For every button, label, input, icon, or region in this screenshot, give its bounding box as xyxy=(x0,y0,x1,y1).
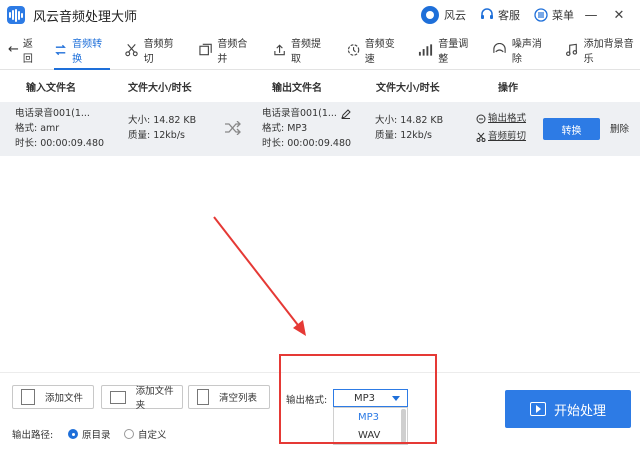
clear-list-label: 清空列表 xyxy=(219,393,258,404)
table-header: 输入文件名 文件大小/时长 输出文件名 文件大小/时长 操作 xyxy=(0,71,640,101)
clear-list-button[interactable]: 清空列表 xyxy=(188,385,270,409)
audio-cut-link[interactable]: 音频剪切 xyxy=(476,129,526,144)
add-folder-button[interactable]: 添加文件夹 xyxy=(101,385,183,411)
volume-bars-icon xyxy=(419,43,433,56)
input-file-meta: 大小: 14.82 KB 质量: 12kb/s xyxy=(128,113,196,143)
add-file-label: 添加文件 xyxy=(45,393,84,404)
input-file-info: 电话录音001(1... 格式: amr 时长: 00:00:09.480 xyxy=(15,106,104,151)
noise-icon xyxy=(493,42,506,53)
output-file-size: 大小: 14.82 KB xyxy=(375,115,444,126)
customer-service-button[interactable]: 客服 xyxy=(480,7,520,23)
shuffle-arrows-icon xyxy=(225,121,241,135)
input-file-quality: 质量: 12kb/s xyxy=(128,130,185,141)
tab-audio-extract-label: 音频提取 xyxy=(291,38,322,65)
radio-custom-dot xyxy=(124,429,134,439)
tab-noise-removal[interactable]: 噪声消除 xyxy=(492,30,550,70)
tab-audio-merge-label: 音频合并 xyxy=(217,38,248,65)
delete-link[interactable]: 删除 xyxy=(610,122,629,137)
add-file-icon xyxy=(21,389,35,405)
output-file-meta: 大小: 14.82 KB 质量: 12kb/s xyxy=(375,113,443,143)
output-file-format: 格式: MP3 xyxy=(262,123,308,134)
audio-cut-link-label: 音频剪切 xyxy=(488,131,527,142)
output-file-duration: 时长: 00:00:09.480 xyxy=(262,138,352,149)
tab-noise-removal-label: 噪声消除 xyxy=(511,38,542,65)
output-format-link[interactable]: 输出格式 xyxy=(476,111,526,126)
tab-audio-cut[interactable]: 音频剪切 xyxy=(124,30,182,70)
back-arrow-icon: ← xyxy=(8,42,19,57)
tab-volume-adjust[interactable]: 音量调整 xyxy=(418,30,476,70)
convert-icon xyxy=(55,44,66,55)
music-note-icon xyxy=(566,43,578,56)
tab-audio-merge[interactable]: 音频合并 xyxy=(199,30,255,70)
fengyun-account[interactable]: 风云 xyxy=(421,6,466,24)
title-bar: 风云音频处理大师 风云 客服 菜单 — ✕ xyxy=(0,0,640,30)
header-output-size: 文件大小/时长 xyxy=(376,82,440,94)
add-folder-icon xyxy=(110,390,126,404)
tab-audio-extract[interactable]: 音频提取 xyxy=(273,30,329,70)
tab-audio-cut-label: 音频剪切 xyxy=(143,38,174,65)
output-file-info: 电话录音001(1... 格式: MP3 时长: 00:00:09.480 xyxy=(262,106,351,151)
merge-icon xyxy=(199,43,212,55)
radio-original-dir-dot xyxy=(68,429,78,439)
tab-volume-adjust-label: 音量调整 xyxy=(438,38,469,65)
upload-icon xyxy=(274,44,285,55)
speed-icon xyxy=(347,43,359,56)
tab-audio-convert-label: 音频转换 xyxy=(72,38,103,65)
start-processing-label: 开始处理 xyxy=(553,403,606,419)
close-button[interactable]: ✕ xyxy=(608,0,630,30)
radio-custom[interactable]: 自定义 xyxy=(124,427,167,441)
convert-button[interactable]: 转换 xyxy=(543,118,600,140)
tab-audio-convert[interactable]: 音频转换 xyxy=(53,30,110,70)
play-icon xyxy=(529,402,546,416)
header-input-size: 文件大小/时长 xyxy=(128,82,192,94)
menu-label: 菜单 xyxy=(552,9,574,22)
fengyun-label: 风云 xyxy=(444,9,466,22)
app-window: 风云音频处理大师 风云 客服 菜单 — ✕ ← 返回 音频转换 音频剪切 音频合… xyxy=(0,0,640,450)
fengyun-logo-icon xyxy=(421,6,439,24)
output-format-link-label: 输出格式 xyxy=(488,113,527,124)
toolbar: ← 返回 音频转换 音频剪切 音频合并 音频提取 音频变速 音量调整 噪声消除 … xyxy=(0,30,640,70)
menu-icon xyxy=(534,8,548,22)
headset-icon xyxy=(481,8,493,19)
app-title: 风云音频处理大师 xyxy=(33,9,138,25)
output-file-name: 电话录音001(1... xyxy=(262,108,337,119)
radio-original-dir[interactable]: 原目录 xyxy=(68,427,111,441)
tab-audio-speed-label: 音频变速 xyxy=(364,38,395,65)
output-path-label: 输出路径: xyxy=(12,430,54,441)
header-input-name: 输入文件名 xyxy=(26,82,76,94)
input-file-format: 格式: amr xyxy=(15,123,60,134)
pencil-edit-icon[interactable] xyxy=(341,108,351,119)
app-logo-icon xyxy=(7,6,25,24)
output-file-quality: 质量: 12kb/s xyxy=(375,130,432,141)
menu-button[interactable]: 菜单 xyxy=(534,7,574,23)
red-annotation-box xyxy=(279,354,437,444)
tab-add-bgm-label: 添加背景音乐 xyxy=(583,38,634,65)
scissors-small-icon xyxy=(476,132,486,142)
header-actions: 操作 xyxy=(498,82,518,94)
add-file-button[interactable]: 添加文件 xyxy=(12,385,94,409)
tab-add-bgm[interactable]: 添加背景音乐 xyxy=(565,30,640,70)
input-file-size: 大小: 14.82 KB xyxy=(128,115,197,126)
trash-icon xyxy=(197,389,209,405)
minimize-button[interactable]: — xyxy=(580,0,602,30)
header-output-name: 输出文件名 xyxy=(272,82,322,94)
service-label: 客服 xyxy=(498,9,520,22)
input-file-name: 电话录音001(1... xyxy=(15,108,90,119)
input-file-duration: 时长: 00:00:09.480 xyxy=(15,138,105,149)
scissors-icon xyxy=(124,43,138,56)
radio-custom-label: 自定义 xyxy=(138,430,167,441)
format-settings-icon xyxy=(476,114,486,123)
tab-audio-speed[interactable]: 音频变速 xyxy=(347,30,403,70)
back-label: 返回 xyxy=(22,38,33,65)
radio-original-dir-label: 原目录 xyxy=(82,430,111,441)
add-folder-label: 添加文件夹 xyxy=(135,386,174,411)
back-button[interactable]: ← 返回 xyxy=(8,35,41,65)
start-processing-button[interactable]: 开始处理 xyxy=(505,390,631,428)
